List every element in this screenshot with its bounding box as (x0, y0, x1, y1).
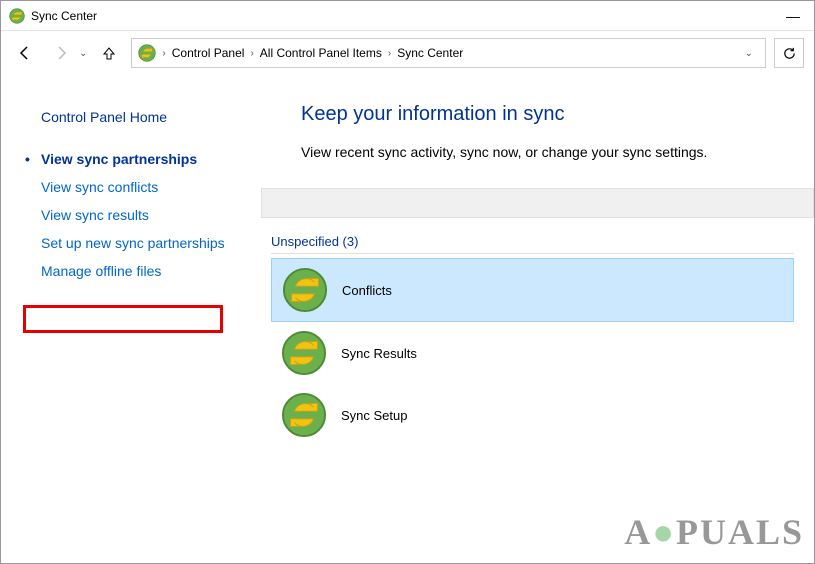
breadcrumb-sync-center[interactable]: Sync Center (397, 46, 463, 60)
minimize-button[interactable]: — (780, 8, 806, 24)
sidebar-item-view-partnerships[interactable]: View sync partnerships (1, 145, 261, 173)
list-item-conflicts[interactable]: Conflicts (271, 258, 794, 322)
back-button[interactable] (11, 39, 39, 67)
address-history-dropdown[interactable]: ⌄ (739, 48, 759, 59)
breadcrumb-label: Control Panel (172, 46, 245, 60)
group-header-unspecified[interactable]: Unspecified (3) (271, 230, 794, 254)
chevron-right-icon: › (388, 48, 391, 59)
sync-center-icon (9, 8, 25, 24)
sidebar: Control Panel Home View sync partnership… (1, 75, 261, 563)
titlebar: Sync Center — (1, 1, 814, 31)
recent-locations-dropdown[interactable]: ⌄ (79, 48, 87, 59)
navigation-toolbar: ⌄ › Control Panel › All Control Panel It… (1, 31, 814, 75)
sync-icon (281, 392, 327, 438)
window-title: Sync Center (31, 9, 97, 23)
item-label: Conflicts (342, 283, 392, 298)
sidebar-home-link[interactable]: Control Panel Home (1, 103, 261, 131)
item-label: Sync Setup (341, 408, 408, 423)
items-list: Conflicts Sync Results Sync Setup (271, 258, 794, 446)
forward-button[interactable] (47, 39, 75, 67)
content-pane: Keep your information in sync View recen… (261, 75, 814, 563)
page-subtitle: View recent sync activity, sync now, or … (301, 144, 794, 160)
breadcrumb-all-items[interactable]: All Control Panel Items › (260, 46, 391, 60)
main-content: Control Panel Home View sync partnership… (1, 75, 814, 563)
breadcrumb-label: All Control Panel Items (260, 46, 382, 60)
chevron-right-icon[interactable]: › (162, 48, 165, 59)
sidebar-item-view-conflicts[interactable]: View sync conflicts (1, 173, 261, 201)
list-item-sync-setup[interactable]: Sync Setup (271, 384, 794, 446)
up-button[interactable] (95, 39, 123, 67)
list-item-sync-results[interactable]: Sync Results (271, 322, 794, 384)
sidebar-item-view-results[interactable]: View sync results (1, 201, 261, 229)
sync-center-icon (138, 44, 156, 62)
sync-icon (282, 267, 328, 313)
filter-band (261, 188, 814, 218)
chevron-right-icon: › (250, 48, 253, 59)
page-title: Keep your information in sync (301, 103, 794, 126)
sidebar-item-setup-partnerships[interactable]: Set up new sync partnerships (1, 229, 261, 257)
sync-icon (281, 330, 327, 376)
breadcrumb-label: Sync Center (397, 46, 463, 60)
item-label: Sync Results (341, 346, 417, 361)
address-bar[interactable]: › Control Panel › All Control Panel Item… (131, 38, 766, 68)
sidebar-item-manage-offline-files[interactable]: Manage offline files (1, 257, 261, 285)
refresh-button[interactable] (774, 38, 804, 68)
breadcrumb-control-panel[interactable]: Control Panel › (172, 46, 254, 60)
